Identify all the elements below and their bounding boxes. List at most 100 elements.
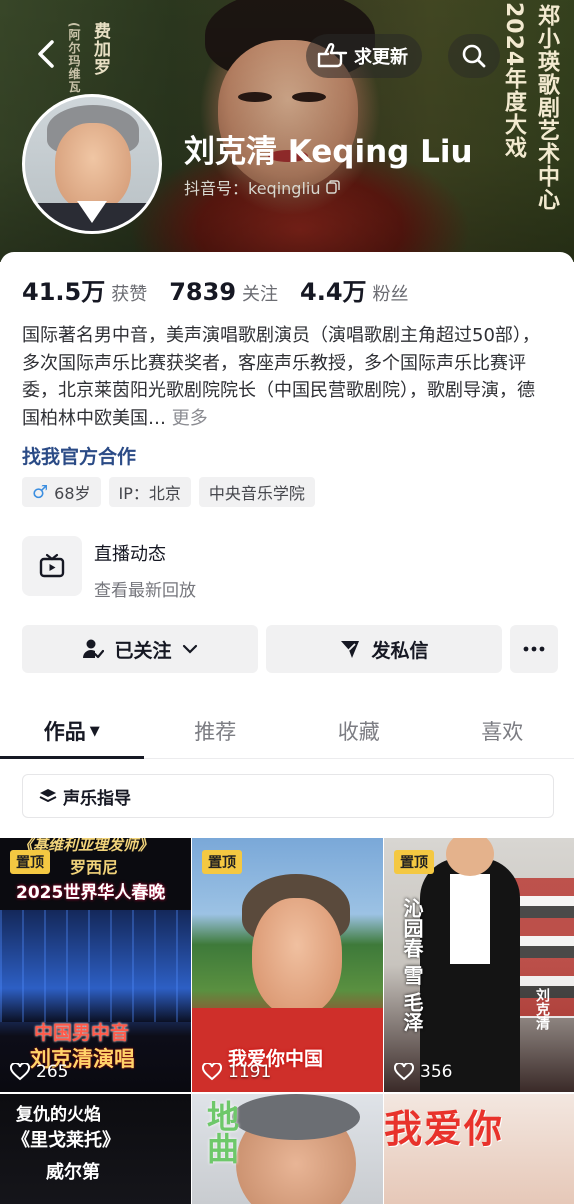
pinned-badge: 置顶: [394, 850, 434, 874]
tab-recommend[interactable]: 推荐: [144, 704, 288, 758]
caret-down-icon: ▼: [90, 724, 100, 739]
stat-number: 4.4万: [300, 278, 367, 306]
video-tile[interactable]: 复仇的火焰 《里戈莱托》 威尔第: [0, 1094, 191, 1204]
heart-icon: [202, 1063, 222, 1081]
pointing-hand-icon: [316, 42, 348, 70]
pinned-badge: 置顶: [202, 850, 242, 874]
school-tag[interactable]: 中央音乐学院: [199, 477, 315, 507]
profile-bio[interactable]: 国际著名男中音，美声演唱歌剧演员（演唱歌剧主角超过50部），多次国际声乐比赛获奖…: [22, 322, 550, 432]
stat-number: 41.5万: [22, 278, 105, 306]
official-cooperation-link[interactable]: 找我官方合作: [22, 442, 136, 469]
video-grid: 《基维利亚理发师》 罗西尼 2025世界华人春晚 中国男中音 刘克清演唱 置顶 …: [0, 838, 574, 1204]
likes-count: 1191: [228, 1062, 271, 1082]
likes-count: 265: [36, 1062, 68, 1082]
live-updates-entry[interactable]: 直播动态 查看最新回放: [22, 536, 196, 601]
request-update-label: 求更新: [354, 43, 408, 69]
video-tile[interactable]: 我爱你中国 置顶 1191: [192, 838, 383, 1092]
age-text: 68岁: [54, 480, 90, 504]
age-tag: ♂ 68岁: [22, 477, 101, 507]
video-overlay-text: 威尔第: [46, 1158, 100, 1184]
stat-label: 关注: [242, 284, 278, 305]
video-overlay-text: 地曲: [198, 1100, 244, 1164]
video-overlay-text: 我爱你: [384, 1098, 504, 1153]
tab-likes[interactable]: 喜欢: [431, 704, 574, 758]
likes-count: 356: [420, 1062, 452, 1082]
video-tile[interactable]: 《基维利亚理发师》 罗西尼 2025世界华人春晚 中国男中音 刘克清演唱 置顶 …: [0, 838, 191, 1092]
profile-tags: ♂ 68岁 IP：北京 中央音乐学院: [22, 477, 315, 507]
stat-followers[interactable]: 4.4万粉丝: [300, 272, 409, 307]
heart-icon: [10, 1063, 30, 1081]
video-overlay-text: 复仇的火焰: [16, 1100, 101, 1125]
more-dots-icon: [523, 646, 545, 652]
user-check-icon: [82, 638, 104, 660]
tab-works[interactable]: 作品 ▼: [0, 704, 144, 758]
video-thumbnail-face: [252, 898, 342, 1016]
content-tabs: 作品 ▼ 推荐 收藏 喜欢: [0, 704, 574, 759]
stat-following[interactable]: 7839 关注: [169, 278, 278, 306]
profile-handle[interactable]: 抖音号：keqingliu: [184, 175, 340, 199]
video-overlay-text: 刘克清: [532, 988, 552, 1030]
avatar-face: [55, 123, 131, 211]
followed-button[interactable]: 已关注: [22, 625, 258, 673]
copy-icon: [326, 180, 340, 194]
back-button[interactable]: [26, 34, 66, 74]
live-subtitle: 查看最新回放: [94, 576, 196, 601]
live-tv-icon: [22, 536, 82, 596]
profile-stats: 41.5万获赞 7839 关注 4.4万粉丝: [22, 272, 409, 307]
avatar[interactable]: [22, 94, 162, 234]
video-overlay-text: 《里戈莱托》: [12, 1126, 120, 1152]
filter-label: 声乐指导: [63, 784, 131, 809]
stat-label: 粉丝: [373, 284, 409, 305]
pinned-badge: 置顶: [10, 850, 50, 874]
video-tile[interactable]: 我爱你: [384, 1094, 574, 1204]
tab-label: 推荐: [194, 716, 236, 746]
stat-number: 7839: [169, 278, 236, 306]
video-overlay-text: 中国男中音: [34, 1018, 129, 1045]
banner-caption-right: 郑小瑛歌剧艺术中心: [530, 4, 562, 211]
send-message-label: 发私信: [371, 636, 428, 663]
stat-likes[interactable]: 41.5万获赞: [22, 272, 147, 307]
video-likes: 265: [10, 1062, 68, 1082]
video-likes: 1191: [202, 1062, 271, 1082]
profile-actions: 已关注 发私信: [22, 625, 558, 673]
video-thumbnail-shirt: [450, 874, 490, 964]
layers-icon: [39, 788, 57, 804]
video-overlay-text: 沁园春 雪 毛泽: [398, 898, 427, 1032]
video-likes: 356: [394, 1062, 452, 1082]
video-thumbnail-stage: [0, 910, 191, 1022]
video-thumbnail-hair: [232, 1094, 360, 1140]
banner-caption-left-small: (阿尔玛维瓦: [66, 22, 83, 93]
send-message-button[interactable]: 发私信: [266, 625, 502, 673]
tab-favorites[interactable]: 收藏: [287, 704, 431, 758]
video-overlay-text: 2025世界华人春晚: [16, 878, 165, 903]
more-options-button[interactable]: [510, 625, 558, 673]
live-text: 直播动态 查看最新回放: [94, 536, 196, 601]
profile-card: 41.5万获赞 7839 关注 4.4万粉丝 国际著名男中音，美声演唱歌剧演员（演…: [0, 252, 574, 1200]
video-tile[interactable]: 沁园春 雪 毛泽 刘克清 置顶 356: [384, 838, 574, 1092]
bio-more-link[interactable]: 更多: [172, 408, 208, 429]
paper-plane-icon: [339, 638, 361, 660]
video-tile[interactable]: 地曲: [192, 1094, 383, 1204]
profile-name: 刘克清 Keqing Liu: [184, 126, 473, 171]
banner-caption-left: 费加罗: [88, 22, 113, 76]
chevron-left-icon: [35, 39, 57, 69]
request-update-button[interactable]: 求更新: [306, 34, 422, 78]
tab-label: 作品: [44, 716, 86, 746]
tab-label: 喜欢: [481, 716, 523, 746]
handle-text: 抖音号：keqingliu: [184, 175, 320, 199]
collection-filter-chip[interactable]: 声乐指导: [22, 774, 554, 818]
bio-text: 国际著名男中音，美声演唱歌剧演员（演唱歌剧主角超过50部），多次国际声乐比赛获奖…: [22, 325, 540, 429]
banner-caption-right-year: 2024年度大戏: [497, 2, 529, 159]
search-icon: [461, 43, 487, 69]
tab-label: 收藏: [338, 716, 380, 746]
stat-label: 获赞: [111, 284, 147, 305]
chevron-down-icon: [182, 644, 198, 654]
ip-location-tag: IP：北京: [109, 477, 191, 507]
heart-icon: [394, 1063, 414, 1081]
video-overlay-text: 罗西尼: [70, 854, 118, 878]
search-button[interactable]: [448, 34, 500, 78]
male-icon: ♂: [32, 482, 48, 503]
followed-label: 已关注: [114, 636, 171, 663]
tv-icon: [37, 551, 67, 581]
live-title: 直播动态: [94, 540, 196, 566]
